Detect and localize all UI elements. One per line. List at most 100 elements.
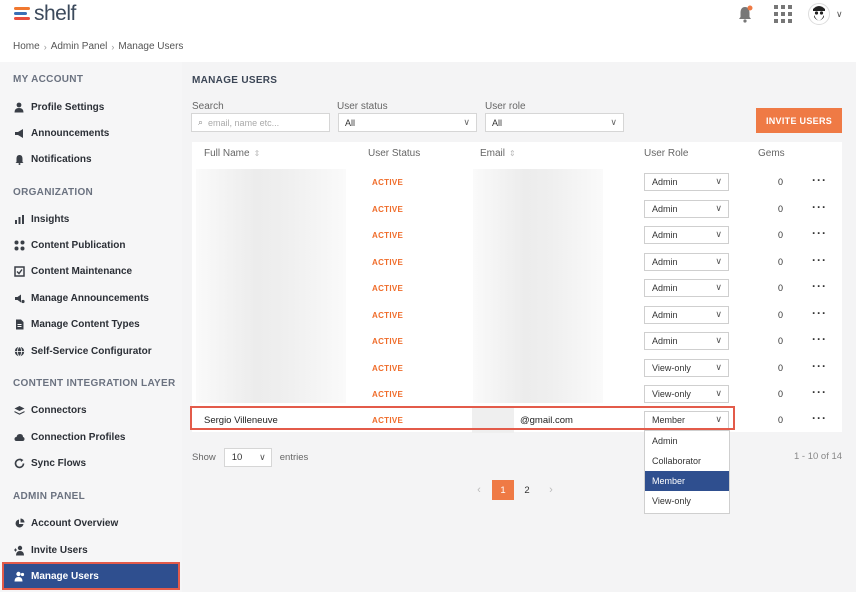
gems-count: 0	[778, 283, 784, 293]
gems-count: 0	[778, 203, 784, 214]
status-badge: ACTIVE	[372, 390, 404, 399]
role-select[interactable]: Admin ∨	[644, 279, 729, 297]
notification-bell-icon[interactable]	[737, 5, 753, 23]
more-options-icon[interactable]: ···	[812, 332, 827, 346]
sidebar-item-manage-users[interactable]: Manage Users	[2, 562, 180, 590]
status-badge: ACTIVE	[372, 337, 404, 346]
top-bar: shelf ∨	[0, 0, 856, 30]
logo-text: shelf	[34, 2, 76, 25]
user-gear-icon	[14, 102, 25, 113]
globe-icon	[14, 345, 25, 357]
gems-count: 0	[778, 389, 784, 399]
sidebar-item-self-service-configurator[interactable]: Self-Service Configurator	[4, 339, 178, 363]
sidebar-item-connectors[interactable]: Connectors	[4, 398, 178, 422]
role-select[interactable]: Admin ∨	[644, 252, 729, 271]
section-title-my-account: MY ACCOUNT	[13, 74, 84, 85]
status-badge: ACTIVE	[372, 257, 404, 267]
sidebar-item-announcements[interactable]: Announcements	[4, 121, 178, 145]
sidebar-item-invite-users[interactable]: Invite Users	[4, 538, 178, 562]
role-select[interactable]: Admin ∨	[644, 332, 729, 350]
sort-icon: ⇕	[253, 149, 261, 158]
more-options-icon[interactable]: ···	[812, 306, 827, 320]
role-option-view-only[interactable]: View-only	[645, 491, 729, 511]
nodes-icon	[14, 240, 25, 251]
header-user-status: User Status	[368, 148, 421, 159]
page-size-select[interactable]: 10 ∨	[223, 448, 272, 467]
sidebar-item-content-maintenance[interactable]: Content Maintenance	[4, 259, 178, 283]
role-option-member[interactable]: Member	[645, 471, 729, 491]
apps-grid-icon[interactable]	[774, 5, 792, 23]
sidebar-item-label: Sync Flows	[31, 457, 87, 469]
selected-row-highlight	[190, 406, 735, 430]
table-row: ACTIVE Admin ∨ 0 ···	[192, 328, 842, 355]
role-select[interactable]: View-only ∨	[644, 385, 729, 403]
shelf-logo[interactable]: shelf	[14, 2, 76, 26]
more-options-icon[interactable]: ···	[812, 173, 827, 187]
bell-icon	[14, 154, 25, 165]
more-options-icon[interactable]: ···	[812, 359, 827, 373]
user-avatar-icon[interactable]	[808, 2, 830, 26]
role-select[interactable]: View-only ∨	[644, 358, 729, 377]
sidebar-item-label: Invite Users	[31, 544, 88, 556]
account-menu-chevron-icon[interactable]: ∨	[836, 9, 843, 20]
role-select[interactable]: Admin ∨	[644, 173, 729, 191]
sidebar-item-insights[interactable]: Insights	[4, 207, 178, 231]
more-options-icon[interactable]: ···	[812, 411, 827, 425]
search-placeholder: email, name etc...	[208, 117, 280, 128]
more-options-icon[interactable]: ···	[812, 253, 827, 267]
table-row: ACTIVE Admin ∨ 0 ···	[192, 302, 842, 329]
sidebar-item-account-overview[interactable]: Account Overview	[4, 511, 178, 535]
sort-icon: ⇕	[509, 149, 516, 158]
results-range: 1 - 10 of 14	[794, 451, 843, 462]
next-page-icon[interactable]: ›	[540, 480, 562, 500]
more-options-icon[interactable]: ···	[812, 200, 827, 214]
more-options-icon[interactable]: ···	[812, 279, 827, 293]
users-icon	[14, 571, 25, 582]
more-options-icon[interactable]: ···	[812, 226, 827, 240]
cloud-icon	[14, 432, 25, 443]
page-2-button[interactable]: 2	[516, 480, 538, 500]
status-badge: ACTIVE	[372, 204, 404, 214]
prev-page-icon[interactable]: ‹	[468, 480, 490, 500]
chevron-down-icon: ∨	[463, 117, 470, 127]
page-1-button[interactable]: 1	[492, 480, 514, 500]
sidebar-item-content-publication[interactable]: Content Publication	[4, 233, 178, 257]
search-label: Search	[192, 101, 224, 112]
sidebar-item-connection-profiles[interactable]: Connection Profiles	[4, 425, 178, 449]
breadcrumb-home[interactable]: Home	[13, 41, 40, 52]
header-full-name[interactable]: Full Name ⇕	[204, 148, 260, 159]
sidebar-item-manage-content-types[interactable]: Manage Content Types	[4, 312, 178, 336]
role-select[interactable]: Admin ∨	[644, 226, 729, 244]
role-option-collaborator[interactable]: Collaborator	[645, 451, 729, 471]
role-select[interactable]: Admin ∨	[644, 199, 729, 218]
chevron-down-icon: ∨	[715, 282, 722, 292]
role-select[interactable]: Admin ∨	[644, 305, 729, 324]
sidebar-item-label: Manage Announcements	[31, 292, 149, 304]
sidebar-item-label: Self-Service Configurator	[31, 345, 152, 357]
checklist-icon	[14, 265, 25, 277]
bar-chart-icon	[14, 214, 25, 225]
sidebar-item-profile-settings[interactable]: Profile Settings	[4, 95, 178, 119]
header-email[interactable]: Email ⇕	[480, 148, 516, 159]
chevron-down-icon: ∨	[715, 202, 722, 213]
sidebar-item-sync-flows[interactable]: Sync Flows	[4, 451, 178, 475]
user-role-select[interactable]: All ∨	[485, 113, 624, 132]
sidebar-item-manage-announcements[interactable]: Manage Announcements	[4, 286, 178, 310]
chevron-down-icon: ∨	[715, 255, 722, 266]
status-badge: ACTIVE	[372, 178, 404, 187]
chevron-down-icon: ∨	[610, 117, 617, 127]
page-size-control: Show 10 ∨ entries	[192, 448, 308, 467]
search-input[interactable]: ⌕ email, name etc...	[191, 113, 330, 132]
sidebar-item-notifications[interactable]: Notifications	[4, 147, 178, 171]
sidebar-item-label: Connectors	[31, 404, 87, 416]
page-title: MANAGE USERS	[192, 75, 278, 86]
user-status-select[interactable]: All ∨	[338, 113, 477, 132]
role-dropdown-menu: Admin Collaborator Member View-only	[644, 430, 730, 514]
more-options-icon[interactable]: ···	[812, 385, 827, 399]
status-badge: ACTIVE	[372, 310, 404, 320]
section-title-organization: ORGANIZATION	[13, 187, 94, 198]
role-option-admin[interactable]: Admin	[645, 431, 729, 451]
status-badge: ACTIVE	[372, 284, 404, 293]
breadcrumb-admin-panel[interactable]: Admin Panel	[51, 41, 108, 52]
invite-users-button[interactable]: INVITE USERS	[756, 108, 842, 133]
